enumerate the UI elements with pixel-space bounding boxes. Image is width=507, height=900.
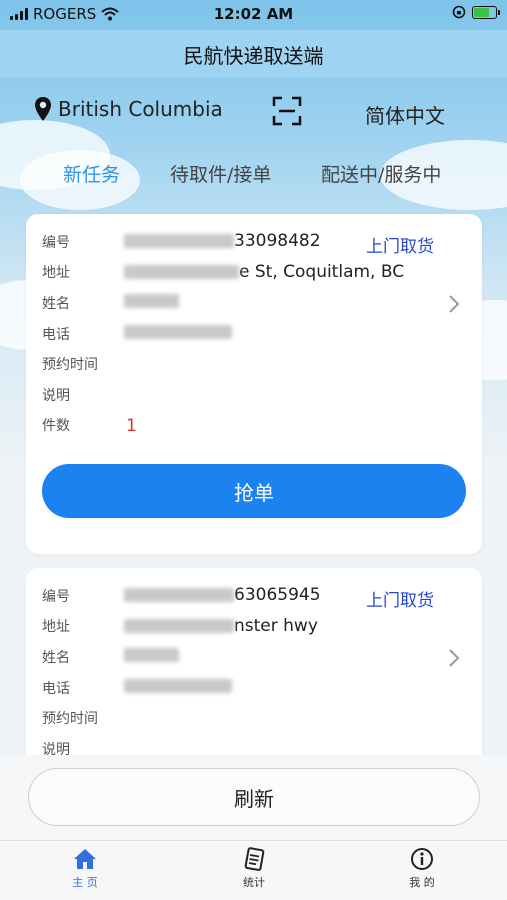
tab-new-tasks[interactable]: 新任务: [63, 160, 120, 187]
order-address-text: nster hwy: [234, 616, 318, 636]
order-type-badge: 上门取货: [366, 591, 434, 611]
order-number-text: 63065945: [234, 585, 321, 605]
label-name: 姓名: [42, 650, 70, 666]
chevron-right-icon[interactable]: [448, 648, 460, 668]
clock: 12:02 AM: [213, 5, 294, 23]
map-pin-icon: [35, 97, 51, 121]
redacted-text: [124, 265, 239, 279]
customer-name: [124, 648, 179, 662]
redacted-text: [124, 294, 179, 308]
label-address: 地址: [42, 265, 70, 281]
label-appointment: 预约时间: [42, 711, 98, 727]
refresh-button[interactable]: 刷新: [28, 768, 480, 826]
label-pieces: 件数: [42, 418, 70, 434]
redacted-text: [124, 588, 234, 602]
location-selector[interactable]: British Columbia: [34, 96, 223, 122]
redacted-text: [124, 619, 234, 633]
tab-in-delivery[interactable]: 配送中/服务中: [321, 160, 441, 187]
order-number: 33098482: [124, 231, 321, 251]
scan-icon: [272, 96, 302, 126]
redacted-text: [124, 679, 232, 693]
document-icon: [244, 847, 265, 871]
redacted-text: [124, 648, 179, 662]
customer-phone: [124, 325, 232, 339]
tabbar-item-stats[interactable]: 统计: [214, 847, 294, 890]
language-selector[interactable]: 简体中文: [365, 100, 445, 129]
refresh-area: 刷新: [0, 755, 507, 840]
tab-pending-pickup[interactable]: 待取件/接单: [170, 160, 271, 187]
task-tabs: 新任务 待取件/接单 配送中/服务中: [0, 152, 507, 196]
label-address: 地址: [42, 619, 70, 635]
tabbar-item-home[interactable]: 主 页: [45, 847, 125, 890]
page-title: 民航快递取送端: [0, 30, 507, 78]
status-right: [452, 5, 500, 19]
label-note: 说明: [42, 388, 70, 404]
tabbar-label: 我 的: [409, 876, 435, 889]
order-number-text: 33098482: [234, 231, 321, 251]
label-phone: 电话: [42, 681, 70, 697]
order-address: e St, Coquitlam, BC: [124, 262, 404, 282]
location-label: British Columbia: [58, 97, 223, 121]
pieces-count: 1: [126, 416, 137, 436]
tabbar-label: 统计: [243, 876, 265, 889]
home-icon: [74, 849, 96, 869]
customer-name: [124, 294, 179, 308]
label-appointment: 预约时间: [42, 357, 98, 373]
tabbar-item-me[interactable]: 我 的: [382, 847, 462, 890]
battery-icon: [472, 5, 500, 19]
order-address-text: e St, Coquitlam, BC: [239, 262, 405, 282]
redacted-text: [124, 234, 234, 248]
grab-order-button[interactable]: 抢单: [42, 464, 466, 518]
tabbar-label: 主 页: [72, 876, 98, 889]
rotation-lock-icon: [452, 5, 466, 19]
scan-button[interactable]: [272, 96, 302, 130]
order-card[interactable]: 编号 63065945 上门取货 地址 nster hwy 姓名 电话 预约时间…: [26, 568, 482, 768]
order-address: nster hwy: [124, 616, 318, 636]
customer-phone: [124, 679, 232, 693]
info-icon: [411, 848, 433, 870]
status-bar: ROGERS 12:02 AM: [0, 0, 507, 30]
order-card[interactable]: 编号 33098482 上门取货 地址 e St, Coquitlam, BC …: [26, 214, 482, 554]
redacted-text: [124, 325, 232, 339]
order-type-badge: 上门取货: [366, 237, 434, 257]
chevron-right-icon[interactable]: [448, 294, 460, 314]
label-number: 编号: [42, 589, 70, 605]
order-number: 63065945: [124, 585, 321, 605]
label-number: 编号: [42, 235, 70, 251]
bottom-tab-bar: 主 页 统计 我 的: [0, 840, 507, 900]
label-name: 姓名: [42, 296, 70, 312]
label-phone: 电话: [42, 327, 70, 343]
